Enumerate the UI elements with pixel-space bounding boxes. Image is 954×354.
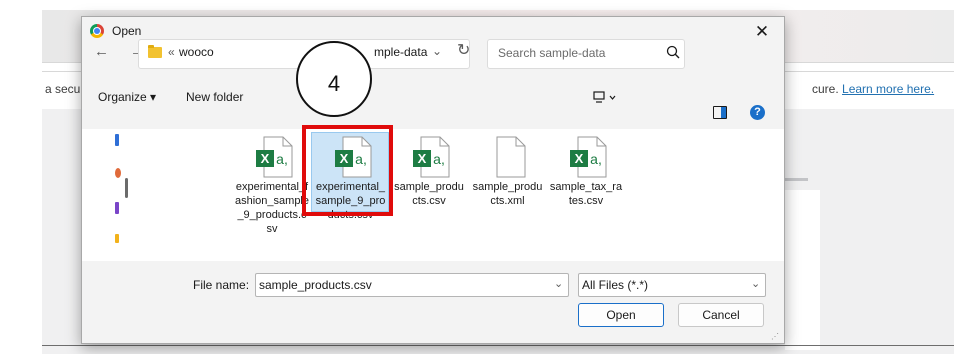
help-icon[interactable]: ? [750, 105, 765, 120]
resize-grip-icon[interactable]: ⋰ [771, 332, 779, 341]
svg-text:a,: a, [276, 151, 288, 167]
file-name-label: sample_tax_rates.csv [549, 181, 623, 207]
file-name-dropdown-icon[interactable]: ⌄ [554, 277, 563, 290]
file-name-label: File name: [193, 278, 250, 292]
close-button[interactable]: ✕ [740, 17, 784, 47]
file-name-label: experimental_fashion_sample_9_products.c… [235, 181, 309, 235]
back-icon[interactable]: ← [94, 43, 109, 60]
address-segment-current[interactable]: mple-data [374, 45, 427, 59]
step-number: 4 [327, 71, 341, 96]
address-dropdown-icon[interactable]: ⌄ [432, 44, 442, 58]
organize-menu[interactable]: Organize ▾ [98, 90, 156, 104]
blank-file-icon [491, 136, 525, 178]
svg-text:X: X [418, 151, 427, 166]
open-button[interactable]: Open [578, 303, 664, 327]
notice-text-left: a secu [45, 82, 81, 96]
file-type-value: All Files (*.*) [582, 278, 649, 292]
address-segment-parent[interactable]: wooco [179, 45, 214, 59]
notice-text-right: cure. Learn more here. [812, 82, 934, 96]
file-name-label: sample_products.xml [472, 181, 543, 207]
file-item[interactable]: Xa, experimental_fashion_sample_9_product… [235, 136, 309, 236]
learn-more-link[interactable]: Learn more here. [842, 82, 934, 96]
notice-text: cure. [812, 82, 839, 96]
address-overflow: « [168, 45, 175, 59]
navigation-pane [115, 134, 123, 264]
onedrive-icon[interactable] [115, 168, 121, 178]
search-placeholder: Search sample-data [498, 46, 606, 60]
new-folder-button[interactable]: New folder [186, 90, 243, 104]
file-name-value: sample_products.csv [259, 278, 372, 292]
chrome-icon [90, 24, 104, 38]
excel-csv-icon: Xa, [255, 136, 293, 178]
file-item[interactable]: Xa, sample_products.csv [392, 136, 466, 208]
view-options-icon[interactable] [593, 89, 617, 105]
file-type-dropdown-icon[interactable]: ⌄ [751, 277, 760, 290]
quick-access-icon[interactable] [115, 134, 119, 146]
file-item[interactable]: sample_products.xml [471, 136, 545, 208]
folder-shortcut-icon[interactable] [115, 234, 119, 243]
nav-scrollbar[interactable] [125, 178, 128, 198]
file-item[interactable]: Xa, sample_tax_rates.csv [549, 136, 623, 208]
page-bottom-line [42, 345, 954, 346]
preview-pane-icon[interactable] [713, 106, 727, 119]
page-card [785, 190, 820, 350]
excel-csv-icon: Xa, [412, 136, 450, 178]
file-name-label: sample_products.csv [394, 181, 464, 207]
library-icon[interactable] [115, 202, 119, 214]
svg-text:X: X [261, 151, 270, 166]
dialog-title: Open [112, 24, 142, 38]
refresh-icon[interactable]: ↻ [457, 40, 470, 60]
search-icon[interactable] [665, 44, 681, 60]
excel-csv-icon: Xa, [569, 136, 607, 178]
svg-text:X: X [575, 151, 584, 166]
folder-icon [148, 45, 162, 58]
cancel-button[interactable]: Cancel [678, 303, 764, 327]
svg-text:a,: a, [433, 151, 445, 167]
svg-text:a,: a, [590, 151, 602, 167]
annotation-highlight-box [302, 125, 393, 216]
